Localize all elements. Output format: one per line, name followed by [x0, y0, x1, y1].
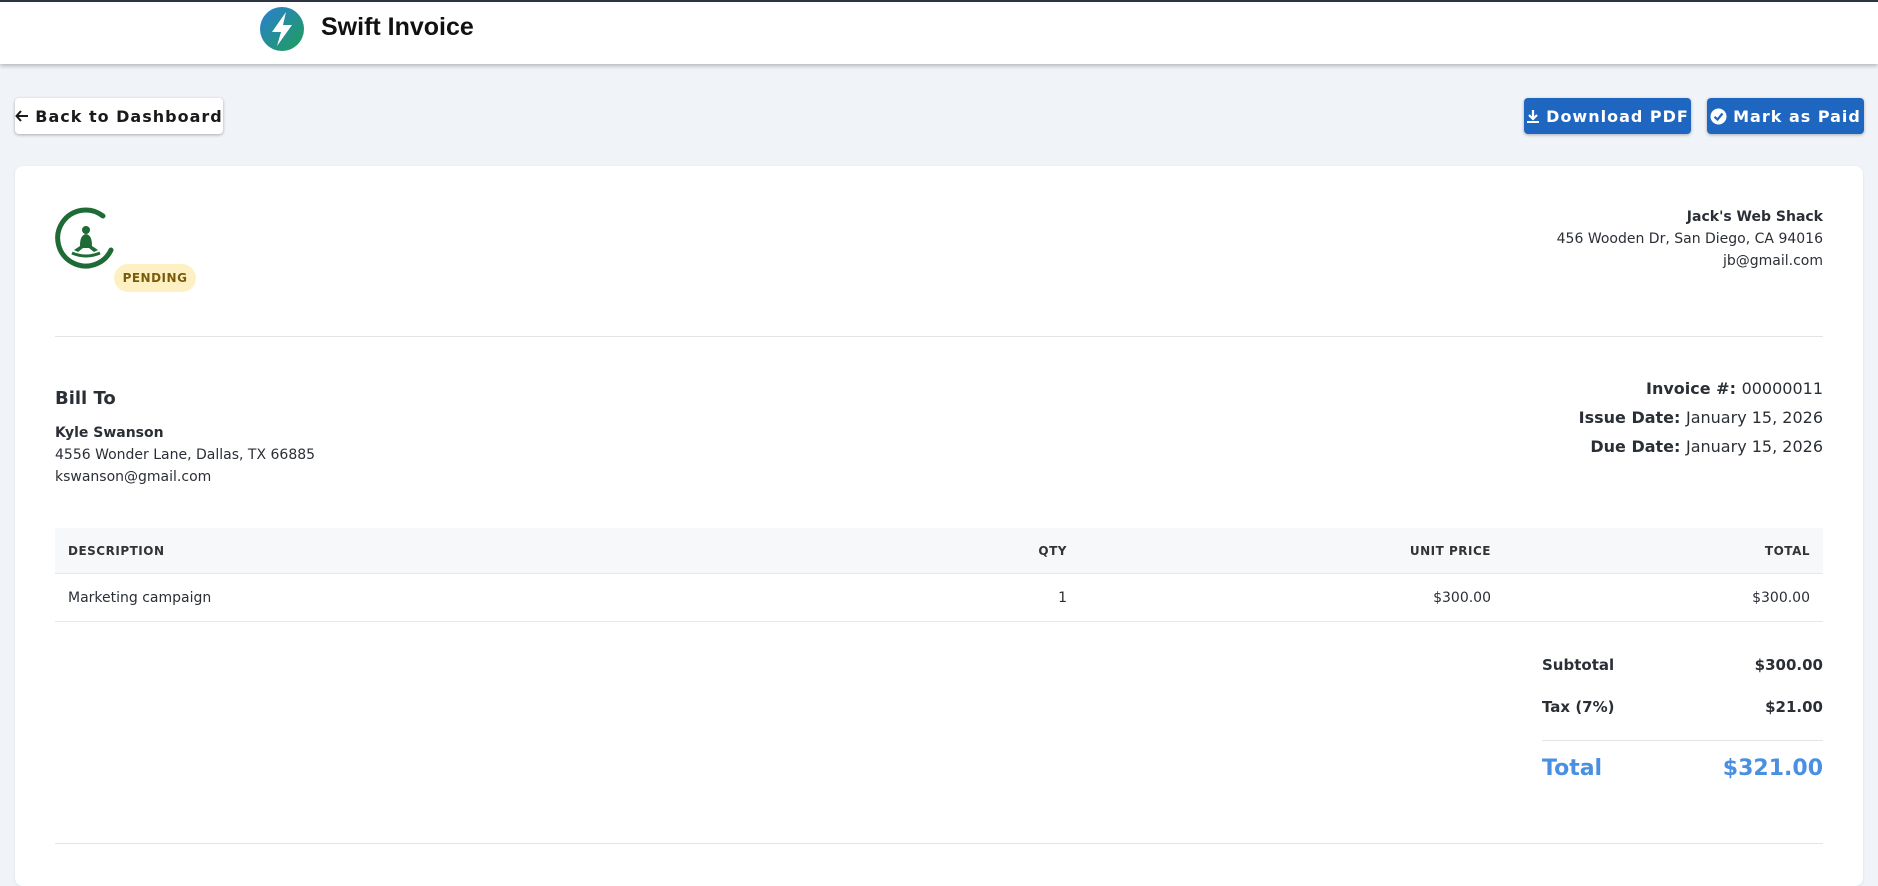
issue-date-label: Issue Date:: [1578, 408, 1681, 427]
sender-email: jb@gmail.com: [1722, 253, 1823, 269]
column-header-description: DESCRIPTION: [68, 543, 165, 558]
tax-value: $21.00: [1765, 698, 1823, 716]
item-description: Marketing campaign: [68, 589, 212, 606]
invoice-number: 00000011: [1741, 379, 1823, 398]
arrow-left-icon: [15, 110, 29, 122]
due-date: January 15, 2026: [1686, 437, 1823, 456]
bill-to-info: Kyle Swanson 4556 Wonder Lane, Dallas, T…: [55, 422, 315, 488]
mark-paid-button-label: Mark as Paid: [1733, 106, 1861, 126]
invoice-number-line: Invoice #: 00000011: [1579, 374, 1823, 403]
subtotal-row: Subtotal $300.00: [1542, 656, 1823, 674]
client-email: kswanson@gmail.com: [55, 469, 212, 485]
client-address: 4556 Wonder Lane, Dallas, TX 66885: [55, 447, 316, 463]
due-date-label: Due Date:: [1590, 437, 1681, 456]
status-badge: PENDING: [114, 264, 196, 292]
due-date-line: Due Date: January 15, 2026: [1579, 432, 1823, 461]
download-icon: [1527, 109, 1540, 123]
check-circle-icon: [1710, 108, 1727, 124]
download-pdf-button[interactable]: Download PDF: [1524, 98, 1691, 134]
tax-label: Tax (7%): [1542, 698, 1615, 716]
line-items-header: DESCRIPTION QTY UNIT PRICE TOTAL: [55, 528, 1823, 574]
invoice-number-label: Invoice #:: [1646, 379, 1736, 398]
header-divider: [55, 336, 1823, 337]
download-button-label: Download PDF: [1546, 106, 1689, 126]
app-header: Swift Invoice: [0, 0, 1878, 64]
total-label: Total: [1542, 756, 1603, 781]
subtotal-label: Subtotal: [1542, 656, 1615, 674]
mark-as-paid-button[interactable]: Mark as Paid: [1707, 98, 1864, 134]
total-value: $321.00: [1722, 756, 1823, 781]
item-qty: 1: [1058, 589, 1067, 606]
totals-divider: [1542, 740, 1823, 741]
invoice-card: PENDING Jack's Web Shack 456 Wooden Dr, …: [15, 166, 1863, 886]
issue-date-line: Issue Date: January 15, 2026: [1579, 403, 1823, 432]
brand-name: Swift Invoice: [321, 13, 474, 41]
column-header-qty: QTY: [1038, 543, 1067, 558]
client-name: Kyle Swanson: [55, 425, 164, 441]
sender-name: Jack's Web Shack: [1686, 209, 1823, 225]
back-button-label: Back to Dashboard: [35, 106, 223, 126]
issue-date: January 15, 2026: [1686, 408, 1823, 427]
table-row: Marketing campaign 1 $300.00 $300.00: [55, 574, 1823, 622]
footer-divider: [55, 843, 1823, 844]
back-to-dashboard-button[interactable]: Back to Dashboard: [15, 98, 223, 134]
column-header-total: TOTAL: [1764, 543, 1810, 558]
sender-address: 456 Wooden Dr, San Diego, CA 94016: [1556, 231, 1823, 247]
invoice-meta: Invoice #: 00000011 Issue Date: January …: [1579, 374, 1823, 461]
meditation-logo-icon: [55, 207, 114, 269]
item-unit-price: $300.00: [1433, 589, 1491, 606]
bill-to-heading: Bill To: [55, 388, 116, 409]
sender-info: Jack's Web Shack 456 Wooden Dr, San Dieg…: [1557, 206, 1823, 272]
column-header-unit-price: UNIT PRICE: [1409, 543, 1491, 558]
subtotal-value: $300.00: [1754, 656, 1823, 674]
lightning-bolt-icon: [260, 7, 304, 51]
tax-row: Tax (7%) $21.00: [1542, 698, 1823, 716]
item-total: $300.00: [1752, 589, 1810, 606]
grand-total-row: Total $321.00: [1542, 756, 1823, 781]
